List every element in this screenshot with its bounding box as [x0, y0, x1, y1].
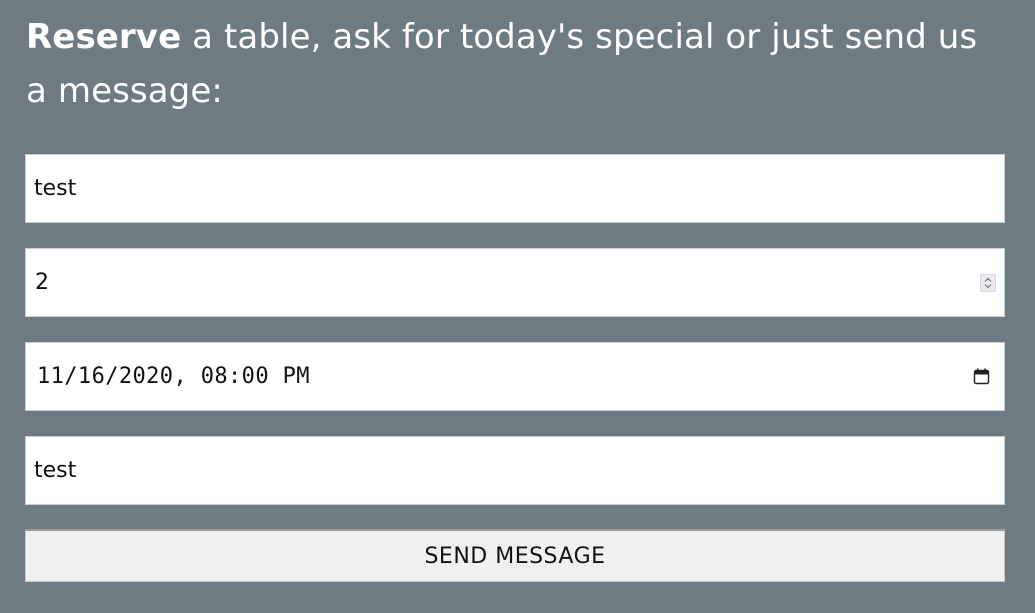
datetime-value: 11/16/2020, 08:00 PM	[37, 364, 310, 389]
form-heading: Reserve a table, ask for today's special…	[26, 10, 1006, 118]
calendar-icon[interactable]	[973, 368, 990, 385]
heading-bold-word: Reserve	[26, 17, 182, 57]
datetime-field[interactable]: 11/16/2020, 08:00 PM	[25, 342, 1005, 411]
message-field-value: test	[34, 458, 77, 483]
people-count-field[interactable]: 2	[25, 248, 1005, 317]
send-message-button[interactable]: SEND MESSAGE	[25, 529, 1005, 582]
people-count-value: 2	[35, 270, 49, 295]
message-field[interactable]: test	[25, 436, 1005, 505]
reservation-form-section: Reserve a table, ask for today's special…	[0, 0, 1035, 613]
spinner-arrows-icon[interactable]	[980, 273, 996, 292]
name-field[interactable]: test	[25, 154, 1005, 223]
name-field-value: test	[34, 176, 77, 201]
